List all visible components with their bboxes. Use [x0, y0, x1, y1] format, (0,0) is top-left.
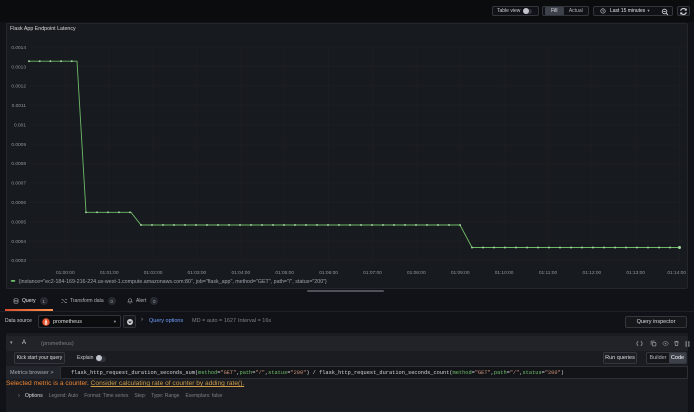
svg-text:01:14:00: 01:14:00	[667, 270, 686, 276]
svg-text:0.001: 0.001	[14, 123, 26, 129]
svg-text:01:09:00: 01:09:00	[451, 270, 470, 276]
svg-text:0.0014: 0.0014	[11, 45, 26, 51]
svg-text:0.0004: 0.0004	[11, 239, 26, 245]
svg-text:0.0007: 0.0007	[11, 181, 26, 187]
svg-text:0.0006: 0.0006	[11, 200, 26, 206]
svg-text:01:13:00: 01:13:00	[626, 270, 645, 276]
svg-text:{instance="ec2-184-169-216-224: {instance="ec2-184-169-216-224.us-west-1…	[19, 279, 327, 285]
svg-text:01:04:00: 01:04:00	[231, 270, 250, 276]
svg-text:0.0008: 0.0008	[11, 161, 26, 167]
svg-text:0.0013: 0.0013	[11, 64, 26, 70]
svg-text:0.0012: 0.0012	[11, 84, 26, 90]
svg-text:01:07:00: 01:07:00	[363, 270, 382, 276]
svg-text:01:12:00: 01:12:00	[583, 270, 602, 276]
svg-text:01:01:00: 01:01:00	[100, 270, 119, 276]
svg-text:01:08:00: 01:08:00	[407, 270, 426, 276]
svg-text:0.0009: 0.0009	[11, 142, 26, 148]
svg-text:01:05:00: 01:05:00	[275, 270, 294, 276]
svg-text:0.0003: 0.0003	[11, 258, 26, 264]
svg-text:0.0005: 0.0005	[11, 219, 26, 225]
svg-text:01:11:00: 01:11:00	[539, 270, 558, 276]
svg-text:01:00:00: 01:00:00	[56, 270, 75, 276]
svg-text:01:02:00: 01:02:00	[144, 270, 163, 276]
svg-text:01:03:00: 01:03:00	[188, 270, 207, 276]
svg-text:01:10:00: 01:10:00	[495, 270, 514, 276]
svg-text:0.0011: 0.0011	[12, 103, 27, 109]
svg-text:01:06:00: 01:06:00	[319, 270, 338, 276]
